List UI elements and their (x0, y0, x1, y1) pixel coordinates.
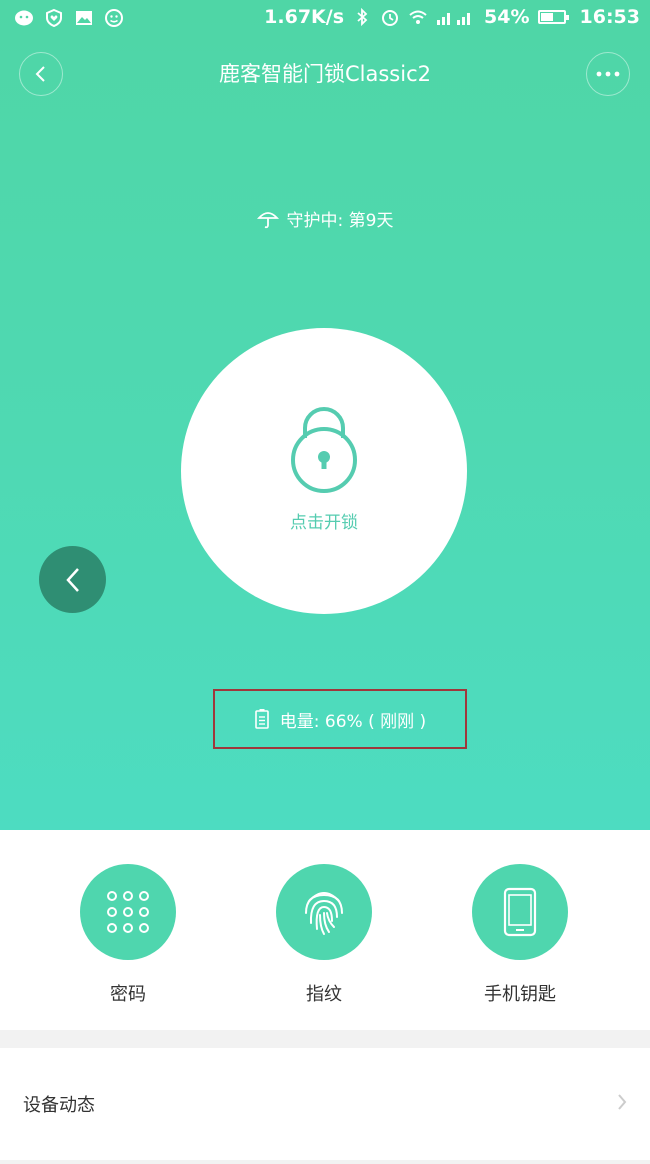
side-back-button[interactable] (39, 546, 106, 613)
page-title: 鹿客智能门锁Classic2 (219, 62, 431, 86)
umbrella-icon (256, 211, 279, 228)
fingerprint-icon-circle (276, 864, 372, 960)
header-back-button[interactable] (19, 52, 63, 96)
signal-icon (437, 13, 471, 25)
password-label: 密码 (110, 984, 146, 1005)
chevron-left-icon (35, 66, 45, 82)
chevron-right-icon (618, 1094, 627, 1110)
phone-key-label: 手机钥匙 (484, 984, 556, 1005)
padlock-icon (291, 407, 357, 493)
clock: 16:53 (579, 6, 640, 28)
status-right: 1.67K/s 54% 16:53 (264, 6, 640, 28)
status-bar: 1.67K/s 54% 16:53 (0, 0, 650, 38)
status-left (14, 8, 124, 28)
wechat-icon (15, 10, 33, 26)
more-dots-icon (596, 71, 620, 77)
password-button[interactable]: 密码 (48, 864, 208, 1006)
battery-icon (537, 10, 569, 24)
battery-percent: 54% (484, 6, 530, 28)
image-icon (76, 11, 92, 25)
fingerprint-label: 指纹 (306, 984, 342, 1005)
hero-panel: 1.67K/s 54% 16:53 鹿客智能门锁Classic2 守护中: 第9… (0, 0, 650, 830)
device-activity-row[interactable]: 设备动态 (0, 1048, 650, 1160)
keypad-icon (107, 891, 149, 933)
header-more-button[interactable] (586, 52, 630, 96)
guard-status: 守护中: 第9天 (0, 206, 650, 231)
device-activity-label: 设备动态 (23, 1095, 95, 1116)
phone-icon (503, 887, 537, 937)
unlock-button[interactable]: 点击开锁 (181, 328, 467, 614)
face-icon (105, 9, 123, 27)
wifi-icon (409, 10, 427, 24)
chevron-left-icon (65, 567, 79, 592)
password-icon-circle (80, 864, 176, 960)
network-speed: 1.67K/s (264, 6, 345, 28)
phone-key-icon-circle (472, 864, 568, 960)
phone-key-button[interactable]: 手机钥匙 (440, 864, 600, 1006)
battery-level-text: 电量: 66% ( 刚刚 ) (279, 711, 427, 732)
fingerprint-button[interactable]: 指纹 (244, 864, 404, 1006)
fingerprint-icon (305, 892, 343, 935)
battery-level: 电量: 66% ( 刚刚 ) (213, 689, 467, 749)
action-panel: 密码 指纹 手机钥匙 (0, 830, 650, 1030)
heart-shield-icon (46, 8, 62, 28)
bluetooth-icon (357, 7, 368, 27)
unlock-label: 点击开锁 (290, 513, 358, 533)
battery-doc-icon (254, 709, 269, 729)
guard-text: 守护中: 第9天 (286, 211, 394, 231)
alarm-icon (382, 10, 399, 26)
